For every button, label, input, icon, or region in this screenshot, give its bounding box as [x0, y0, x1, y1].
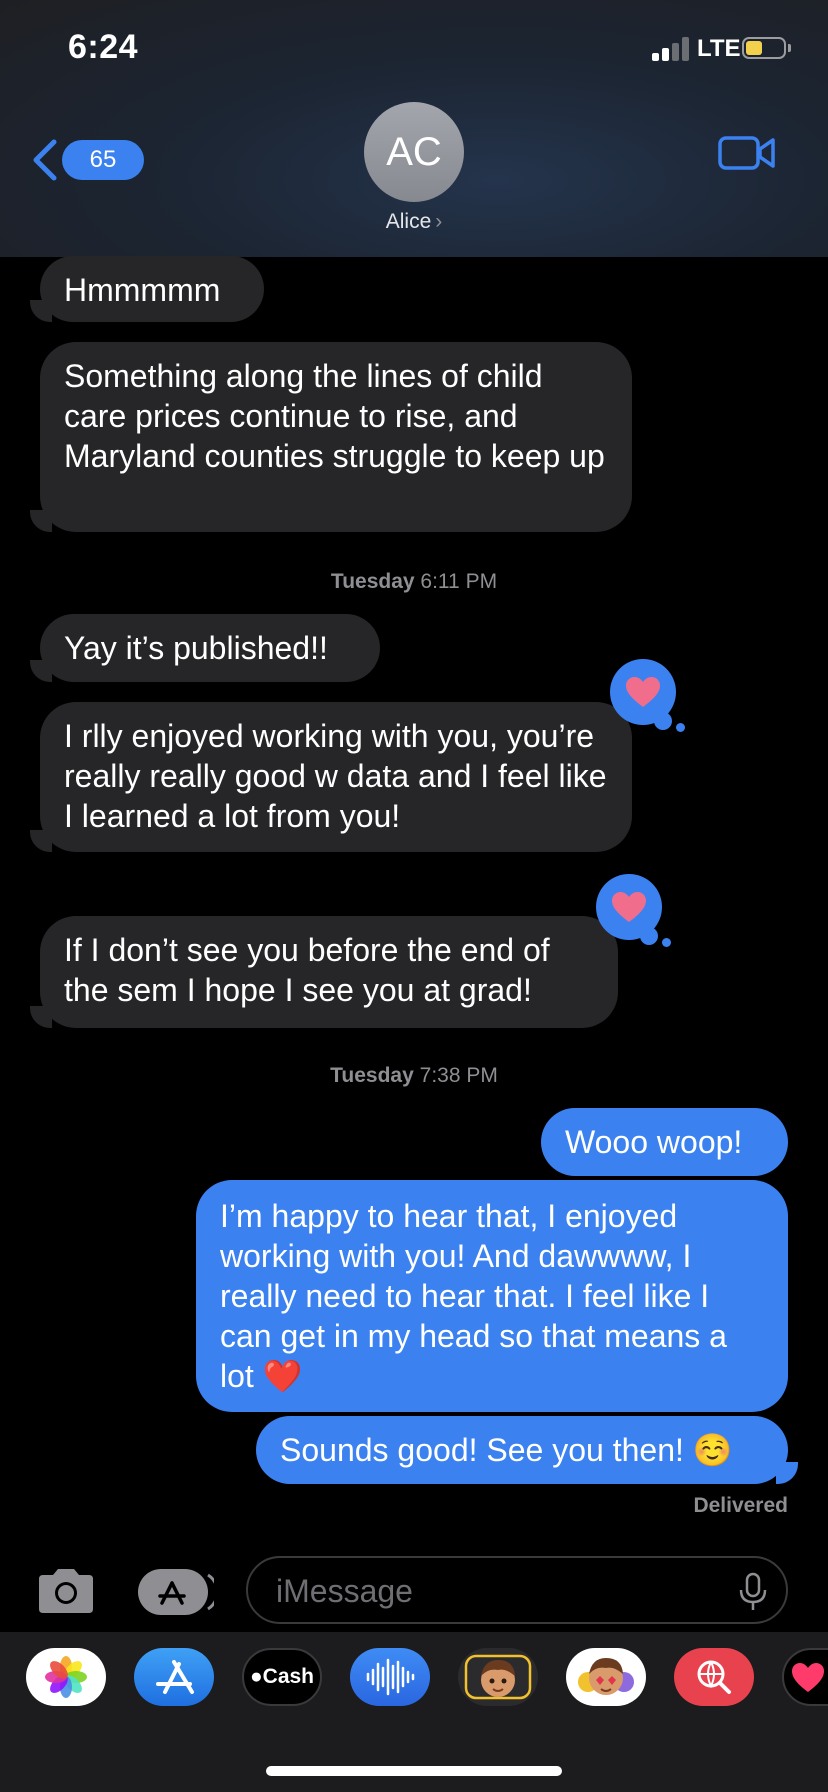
timestamp-time: 6:11 PM — [420, 570, 498, 593]
outgoing-message-bubble[interactable]: Sounds good! See you then! ☺️ — [256, 1416, 788, 1484]
cellular-signal-icon — [652, 37, 692, 61]
status-time: 6:24 — [68, 28, 139, 66]
chevron-left-icon — [33, 139, 57, 181]
timestamp-day: Tuesday — [330, 1064, 414, 1087]
digital-touch-app-icon[interactable] — [782, 1648, 828, 1706]
network-type: LTE — [697, 35, 741, 62]
outgoing-message-bubble[interactable]: Wooo woop! — [541, 1108, 788, 1176]
timestamp-day: Tuesday — [330, 570, 415, 593]
message-input[interactable] — [274, 1568, 708, 1614]
incoming-message-bubble[interactable]: Yay it’s published!! — [40, 614, 380, 682]
apple-cash-app-icon[interactable]: ●Cash — [242, 1648, 322, 1706]
contact-name-button[interactable]: Alice › — [314, 210, 514, 234]
bubble-tail — [30, 510, 52, 532]
message-input-field[interactable] — [246, 1556, 788, 1624]
incoming-message-bubble[interactable]: I rlly enjoyed working with you, you’re … — [40, 702, 632, 852]
delivery-status: Delivered — [693, 1494, 788, 1517]
chevron-right-icon: › — [435, 210, 443, 233]
message-text: I’m happy to hear that, I enjoyed workin… — [220, 1198, 727, 1394]
unread-count-badge: 65 — [62, 140, 144, 180]
memoji-app-icon[interactable] — [458, 1648, 538, 1706]
sticker-faces-icon — [578, 1658, 634, 1695]
heart-icon — [626, 677, 660, 707]
incoming-message-bubble[interactable]: Hmmmmm — [40, 256, 264, 322]
app-store-app-icon[interactable] — [134, 1648, 214, 1706]
waveform-icon — [366, 1658, 415, 1696]
cash-label: ●Cash — [244, 1650, 320, 1704]
message-text: Hmmmmm — [64, 272, 221, 308]
message-timestamp: Tuesday 6:11 PM — [0, 570, 828, 594]
battery-icon — [742, 37, 786, 59]
message-text: I rlly enjoyed working with you, you’re … — [64, 718, 607, 834]
battery-nub — [788, 44, 791, 52]
animoji-stickers-app-icon[interactable] — [566, 1648, 646, 1706]
apple-logo-icon: ● — [249, 1665, 263, 1688]
app-store-a-icon — [156, 1660, 194, 1694]
back-button[interactable]: 65 — [30, 136, 144, 184]
memoji-face-icon — [464, 1654, 532, 1700]
bubble-tail — [30, 660, 52, 682]
bubble-tail — [776, 1462, 798, 1484]
message-text: Something along the lines of child care … — [64, 358, 605, 474]
cash-label-text: Cash — [262, 1665, 315, 1688]
facetime-video-icon[interactable] — [718, 135, 776, 171]
microphone-icon[interactable] — [738, 1572, 768, 1612]
contact-name: Alice — [385, 210, 432, 233]
camera-icon[interactable] — [35, 1567, 97, 1615]
incoming-message-bubble[interactable]: Something along the lines of child care … — [40, 342, 632, 532]
heart-touch-icon — [792, 1663, 824, 1692]
bubble-tail — [30, 300, 52, 322]
tapback-tail — [654, 712, 672, 730]
heart-icon — [612, 892, 646, 922]
home-indicator[interactable] — [266, 1766, 562, 1776]
photos-flower-icon — [45, 1656, 87, 1698]
contact-avatar[interactable]: AC — [364, 102, 464, 202]
tapback-tail — [640, 927, 658, 945]
tapback-tail — [676, 723, 685, 732]
audio-message-app-icon[interactable] — [350, 1648, 430, 1706]
bubble-tail — [30, 1006, 52, 1028]
photos-app-icon[interactable] — [26, 1648, 106, 1706]
message-timestamp: Tuesday 7:38 PM — [0, 1064, 828, 1088]
web-search-app-icon[interactable] — [674, 1648, 754, 1706]
timestamp-time: 7:38 PM — [419, 1064, 498, 1087]
outgoing-message-bubble[interactable]: I’m happy to hear that, I enjoyed workin… — [196, 1180, 788, 1412]
conversation-header: 6:24 LTE 65 AC Alice › — [0, 0, 828, 257]
message-text: Sounds good! See you then! ☺️ — [280, 1432, 733, 1468]
bubble-tail — [30, 830, 52, 852]
message-text: Yay it’s published!! — [64, 630, 328, 666]
globe-search-icon — [697, 1660, 731, 1694]
message-text: Wooo woop! — [565, 1124, 743, 1160]
tapback-tail — [662, 938, 671, 947]
message-text: If I don’t see you before the end of the… — [64, 932, 550, 1008]
incoming-message-bubble[interactable]: If I don’t see you before the end of the… — [40, 916, 618, 1028]
app-store-drawer-icon[interactable] — [138, 1569, 214, 1615]
